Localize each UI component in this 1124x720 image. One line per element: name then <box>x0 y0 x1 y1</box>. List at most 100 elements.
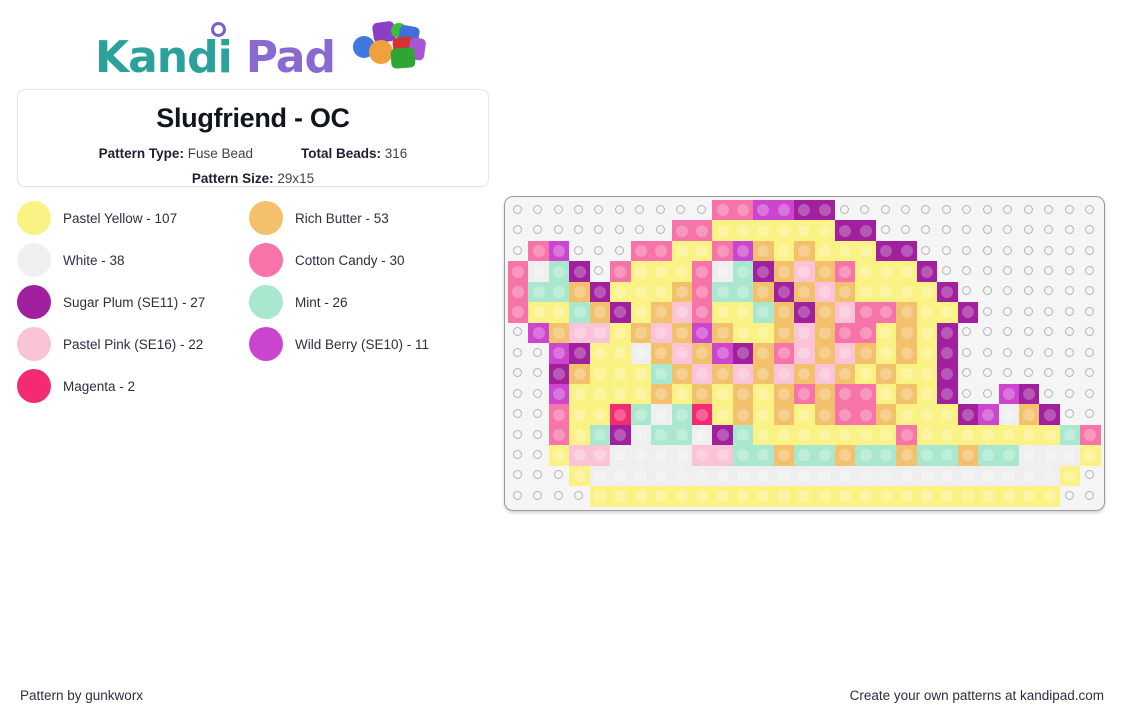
bead-cell-empty[interactable] <box>998 343 1019 364</box>
bead-cell[interactable] <box>855 322 876 344</box>
bead-cell-empty[interactable] <box>630 220 652 241</box>
bead-cell-empty[interactable] <box>508 383 529 405</box>
bead-cell[interactable] <box>732 281 754 303</box>
bead-cell[interactable] <box>569 465 590 487</box>
bead-cell-empty[interactable] <box>855 200 876 221</box>
bead-cell[interactable] <box>732 445 754 466</box>
bead-cell[interactable] <box>610 445 631 466</box>
bead-cell[interactable] <box>630 404 652 425</box>
bead-cell[interactable] <box>855 445 876 466</box>
bead-cell[interactable] <box>753 383 774 405</box>
bead-cell[interactable] <box>896 486 917 507</box>
bead-cell-empty[interactable] <box>508 486 529 507</box>
bead-cell[interactable] <box>712 261 733 282</box>
bead-cell[interactable] <box>875 302 897 323</box>
bead-cell-empty[interactable] <box>1080 322 1101 344</box>
bead-cell[interactable] <box>916 424 938 446</box>
bead-cell[interactable] <box>814 424 835 446</box>
bead-cell[interactable] <box>998 445 1019 466</box>
bead-cell[interactable] <box>589 445 611 466</box>
bead-cell[interactable] <box>671 220 692 241</box>
bead-cell[interactable] <box>569 383 590 405</box>
bead-cell-empty[interactable] <box>998 261 1019 282</box>
bead-cell-empty[interactable] <box>998 363 1019 384</box>
bead-cell[interactable] <box>712 383 733 405</box>
bead-cell[interactable] <box>1018 404 1040 425</box>
bead-cell-empty[interactable] <box>978 200 999 221</box>
bead-cell[interactable] <box>753 240 774 262</box>
bead-cell[interactable] <box>569 281 590 303</box>
bead-cell-empty[interactable] <box>1039 383 1060 405</box>
bead-cell-empty[interactable] <box>1059 322 1081 344</box>
bead-cell[interactable] <box>630 363 652 384</box>
bead-cell[interactable] <box>508 281 529 303</box>
bead-cell[interactable] <box>508 261 529 282</box>
bead-cell[interactable] <box>773 424 795 446</box>
bead-cell[interactable] <box>753 404 774 425</box>
bead-cell[interactable] <box>896 302 917 323</box>
bead-cell-empty[interactable] <box>957 220 979 241</box>
bead-cell-empty[interactable] <box>528 383 549 405</box>
bead-cell[interactable] <box>691 445 713 466</box>
bead-cell[interactable] <box>794 486 815 507</box>
bead-cell[interactable] <box>569 302 590 323</box>
bead-cell[interactable] <box>589 404 611 425</box>
bead-cell[interactable] <box>1018 445 1040 466</box>
bead-cell[interactable] <box>1080 445 1101 466</box>
bead-cell-empty[interactable] <box>875 220 897 241</box>
bead-cell[interactable] <box>835 424 856 446</box>
bead-cell[interactable] <box>937 383 958 405</box>
bead-cell-empty[interactable] <box>528 486 549 507</box>
site-logo[interactable]: Kandi Pad <box>0 18 520 84</box>
bead-cell[interactable] <box>610 281 631 303</box>
bead-cell[interactable] <box>794 220 815 241</box>
bead-cell[interactable] <box>712 302 733 323</box>
bead-cell[interactable] <box>773 465 795 487</box>
bead-cell-empty[interactable] <box>508 363 529 384</box>
bead-cell[interactable] <box>630 343 652 364</box>
bead-cell[interactable] <box>548 404 570 425</box>
bead-cell[interactable] <box>671 322 692 344</box>
bead-cell[interactable] <box>548 302 570 323</box>
bead-cell-empty[interactable] <box>1018 240 1040 262</box>
bead-cell[interactable] <box>794 404 815 425</box>
bead-cell[interactable] <box>630 424 652 446</box>
bead-cell[interactable] <box>671 281 692 303</box>
bead-cell[interactable] <box>548 424 570 446</box>
bead-cell-empty[interactable] <box>1059 240 1081 262</box>
bead-cell-empty[interactable] <box>1039 220 1060 241</box>
bead-cell[interactable] <box>651 322 672 344</box>
bead-cell[interactable] <box>569 261 590 282</box>
bead-cell[interactable] <box>814 445 835 466</box>
bead-cell-empty[interactable] <box>1080 343 1101 364</box>
bead-cell[interactable] <box>773 404 795 425</box>
bead-cell-empty[interactable] <box>548 220 570 241</box>
bead-cell[interactable] <box>855 486 876 507</box>
bead-cell[interactable] <box>1039 445 1060 466</box>
bead-cell-empty[interactable] <box>528 465 549 487</box>
bead-cell-empty[interactable] <box>957 261 979 282</box>
bead-cell[interactable] <box>773 363 795 384</box>
bead-cell[interactable] <box>855 383 876 405</box>
bead-cell[interactable] <box>610 424 631 446</box>
bead-cell-empty[interactable] <box>589 220 611 241</box>
bead-cell[interactable] <box>855 281 876 303</box>
bead-cell[interactable] <box>814 322 835 344</box>
bead-cell[interactable] <box>651 465 672 487</box>
bead-cell-empty[interactable] <box>508 240 529 262</box>
bead-cell-empty[interactable] <box>1059 404 1081 425</box>
bead-cell[interactable] <box>814 302 835 323</box>
bead-cell[interactable] <box>814 200 835 221</box>
bead-cell[interactable] <box>978 424 999 446</box>
bead-cell[interactable] <box>1059 465 1081 487</box>
bead-cell-empty[interactable] <box>508 445 529 466</box>
bead-cell[interactable] <box>732 261 754 282</box>
bead-cell[interactable] <box>732 240 754 262</box>
bead-cell[interactable] <box>814 261 835 282</box>
bead-cell[interactable] <box>732 220 754 241</box>
bead-cell-empty[interactable] <box>1080 281 1101 303</box>
bead-cell[interactable] <box>610 302 631 323</box>
bead-cell[interactable] <box>630 281 652 303</box>
bead-cell[interactable] <box>732 343 754 364</box>
bead-cell[interactable] <box>916 404 938 425</box>
